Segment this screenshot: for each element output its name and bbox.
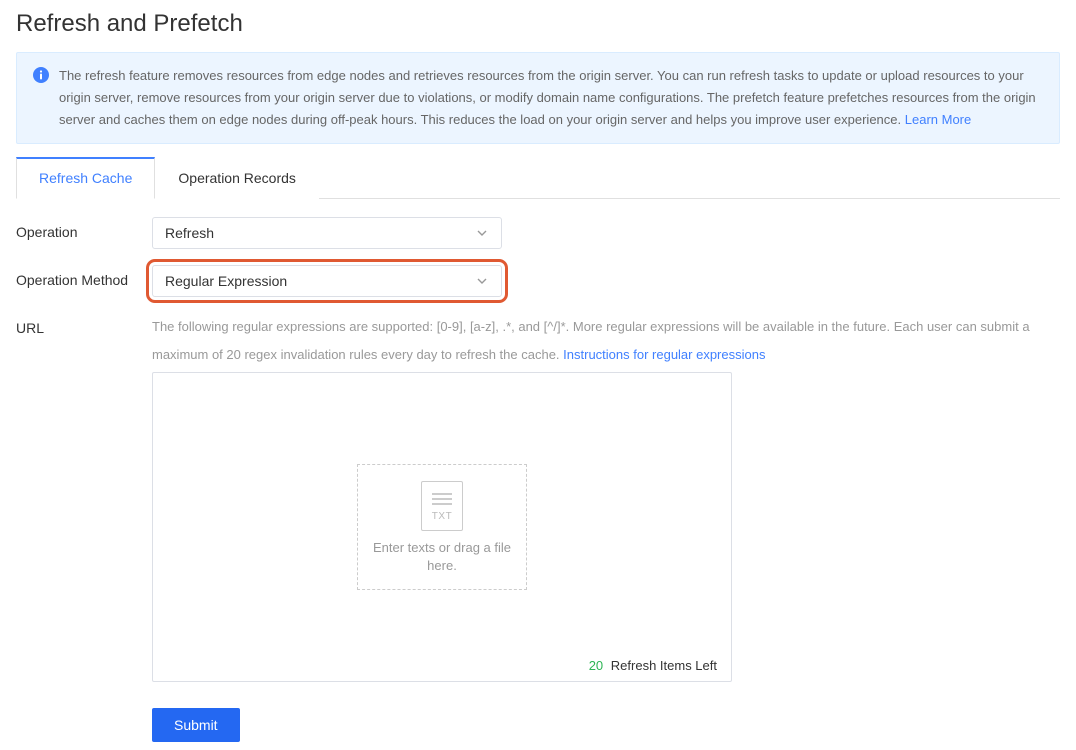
tab-operation-records[interactable]: Operation Records xyxy=(155,157,319,199)
regex-instructions-link[interactable]: Instructions for regular expressions xyxy=(563,347,765,362)
operation-method-select-value: Regular Expression xyxy=(165,273,287,289)
operation-method-label: Operation Method xyxy=(16,265,152,288)
refresh-items-count: 20 xyxy=(589,658,603,673)
operation-select-value: Refresh xyxy=(165,225,214,241)
tab-refresh-cache[interactable]: Refresh Cache xyxy=(16,157,155,199)
dropzone-inner: TXT Enter texts or drag a file here. xyxy=(357,464,527,590)
file-ext-label: TXT xyxy=(432,511,452,522)
submit-button[interactable]: Submit xyxy=(152,708,240,742)
operation-label: Operation xyxy=(16,217,152,240)
row-operation: Operation Refresh xyxy=(8,217,1068,249)
operation-select[interactable]: Refresh xyxy=(152,217,502,249)
chevron-down-icon xyxy=(475,226,489,240)
txt-file-icon: TXT xyxy=(421,481,463,531)
url-dropzone[interactable]: TXT Enter texts or drag a file here. 20 … xyxy=(152,372,732,682)
chevron-down-icon xyxy=(475,274,489,288)
url-label: URL xyxy=(16,313,152,336)
info-icon xyxy=(33,67,49,83)
dropzone-footer: 20 Refresh Items Left xyxy=(589,658,717,673)
page-title: Refresh and Prefetch xyxy=(8,0,1068,52)
tabs: Refresh Cache Operation Records xyxy=(16,156,1060,199)
dropzone-placeholder: Enter texts or drag a file here. xyxy=(370,539,514,575)
info-banner-body: The refresh feature removes resources fr… xyxy=(59,68,1036,127)
learn-more-link[interactable]: Learn More xyxy=(905,112,971,127)
info-banner: The refresh feature removes resources fr… xyxy=(16,52,1060,144)
row-operation-method: Operation Method Regular Expression xyxy=(8,265,1068,297)
info-banner-text: The refresh feature removes resources fr… xyxy=(59,65,1043,131)
url-help-text: The following regular expressions are su… xyxy=(152,313,1060,368)
form-area: Operation Refresh Operation Method Regul… xyxy=(8,199,1068,750)
row-url: URL The following regular expressions ar… xyxy=(8,313,1068,682)
refresh-items-label: Refresh Items Left xyxy=(611,658,717,673)
operation-method-select[interactable]: Regular Expression xyxy=(152,265,502,297)
